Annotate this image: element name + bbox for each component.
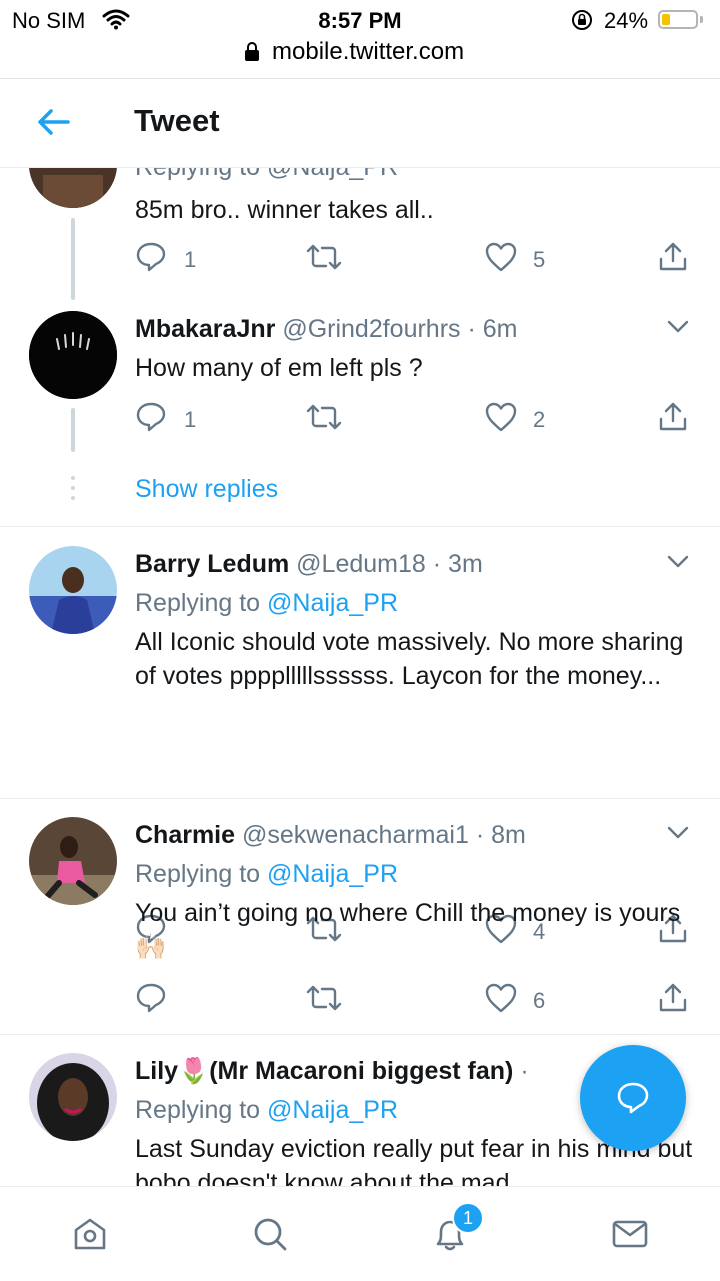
- rotation-lock-icon: [570, 9, 594, 36]
- reply-icon[interactable]: [135, 401, 167, 438]
- messages-icon: [612, 1220, 648, 1248]
- tweet-age: 6m: [482, 315, 518, 343]
- nav-notifications[interactable]: [390, 1187, 510, 1281]
- like-count: 5: [533, 247, 546, 272]
- like-icon[interactable]: [484, 982, 518, 1019]
- avatar[interactable]: [29, 817, 117, 905]
- author-handle[interactable]: @Ledum18: [296, 550, 426, 578]
- chevron-down-icon[interactable]: [667, 320, 689, 339]
- address-bar-url[interactable]: mobile.twitter.com: [272, 38, 464, 66]
- tweet-card[interactable]: Charmie @sekwenacharmai1 · 8m Replying t…: [0, 799, 720, 1034]
- tweet-actions: 1 5: [0, 241, 720, 281]
- replies-feed[interactable]: Replying to @Naija_PR 85m bro.. winner t…: [0, 168, 720, 1186]
- tweet-age: 8m: [491, 821, 526, 849]
- like-icon[interactable]: [484, 401, 518, 438]
- replying-to-label: Replying to @Naija_PR: [135, 1096, 398, 1125]
- share-icon[interactable]: [657, 241, 689, 278]
- dot-separator: ·: [520, 1057, 529, 1085]
- reply-icon[interactable]: [135, 241, 167, 278]
- tweet-card[interactable]: MbakaraJnr @Grind2fourhrs · 6m How many …: [0, 300, 720, 526]
- avatar[interactable]: [29, 168, 117, 208]
- tweet-age: 3m: [448, 550, 483, 578]
- retweet-icon[interactable]: [306, 401, 342, 438]
- show-replies-link[interactable]: Show replies: [135, 475, 278, 504]
- tweet-actions: 6: [0, 982, 720, 1022]
- replying-to-label: Replying to @Naija_PR: [135, 168, 398, 182]
- replying-to-label: Replying to @Naija_PR: [135, 860, 398, 889]
- retweet-icon[interactable]: [306, 982, 342, 1019]
- reply-icon[interactable]: [135, 982, 167, 1019]
- tweet-author-row[interactable]: Barry Ledum @Ledum18 · 3m: [135, 550, 483, 579]
- battery-tip: [700, 16, 703, 23]
- chevron-down-icon[interactable]: [667, 826, 689, 845]
- tweet-card[interactable]: Barry Ledum @Ledum18 · 3m Replying to @N…: [0, 527, 720, 798]
- avatar[interactable]: [29, 1053, 117, 1141]
- dot-separator: ·: [467, 315, 476, 343]
- replying-to-label: Replying to @Naija_PR: [135, 589, 398, 618]
- compose-reply-icon: [617, 1082, 649, 1114]
- bottom-navigation: [0, 1186, 720, 1281]
- tweet-actions: 1 2: [0, 401, 720, 441]
- battery-icon: [658, 10, 698, 29]
- tweet-text: You ain’t going no where Chill the money…: [135, 899, 681, 961]
- nav-messages[interactable]: [570, 1187, 690, 1281]
- nav-search[interactable]: [210, 1187, 330, 1281]
- share-icon[interactable]: [657, 982, 689, 1019]
- retweet-icon[interactable]: [306, 241, 342, 278]
- like-count: 2: [533, 407, 546, 432]
- reply-count: 1: [184, 407, 197, 432]
- tweet-author-row[interactable]: Charmie @sekwenacharmai1 · 8m: [135, 821, 526, 850]
- author-handle[interactable]: @sekwenacharmai1: [242, 821, 469, 849]
- share-icon[interactable]: [657, 401, 689, 438]
- replying-prefix: Replying to: [135, 589, 261, 617]
- author-name[interactable]: Barry Ledum: [135, 550, 289, 578]
- thread-dots: [71, 476, 75, 506]
- reply-count: 1: [184, 247, 197, 272]
- replying-mention-link[interactable]: @Naija_PR: [267, 589, 398, 617]
- page-title: Tweet: [134, 103, 220, 138]
- like-icon[interactable]: [484, 241, 518, 278]
- tweet-text: How many of em left pls ?: [135, 354, 423, 382]
- chevron-down-icon[interactable]: [667, 555, 689, 574]
- padlock-icon: [244, 42, 260, 67]
- replying-prefix: Replying to: [135, 860, 261, 888]
- replying-prefix: Replying to: [135, 1096, 261, 1124]
- back-arrow-icon[interactable]: [36, 107, 70, 142]
- tweet-author-row[interactable]: Lily🌷(Mr Macaroni biggest fan) ·: [135, 1057, 529, 1086]
- compose-reply-button[interactable]: [580, 1045, 686, 1151]
- author-name[interactable]: Charmie: [135, 821, 235, 849]
- battery-percent: 24%: [604, 8, 649, 33]
- search-icon: [254, 1218, 287, 1251]
- author-handle[interactable]: @Grind2fourhrs: [282, 315, 460, 343]
- avatar[interactable]: [29, 546, 117, 634]
- tweet-author-row[interactable]: MbakaraJnr @Grind2fourhrs · 6m: [135, 315, 518, 344]
- status-bar: No SIM 8:57 PM 24% mobile.twitter.com: [0, 0, 720, 79]
- home-icon: [74, 1218, 106, 1250]
- tweet-text: All Iconic should vote massively. No mor…: [135, 628, 684, 690]
- tweet-card[interactable]: Replying to @Naija_PR 85m bro.. winner t…: [0, 168, 720, 300]
- dot-separator: ·: [432, 550, 442, 578]
- top-app-bar: Tweet: [0, 79, 720, 168]
- like-count: 6: [533, 988, 546, 1013]
- author-name[interactable]: MbakaraJnr: [135, 315, 275, 343]
- author-name[interactable]: Lily🌷(Mr Macaroni biggest fan): [135, 1057, 513, 1085]
- avatar[interactable]: [29, 311, 117, 399]
- nav-home[interactable]: [30, 1187, 150, 1281]
- dot-separator: ·: [475, 821, 485, 849]
- replying-mention-link[interactable]: @Naija_PR: [267, 860, 398, 888]
- tweet-text: 85m bro.. winner takes all..: [135, 196, 434, 224]
- notifications-badge: 1: [452, 1202, 484, 1234]
- replying-mention-link[interactable]: @Naija_PR: [267, 1096, 398, 1124]
